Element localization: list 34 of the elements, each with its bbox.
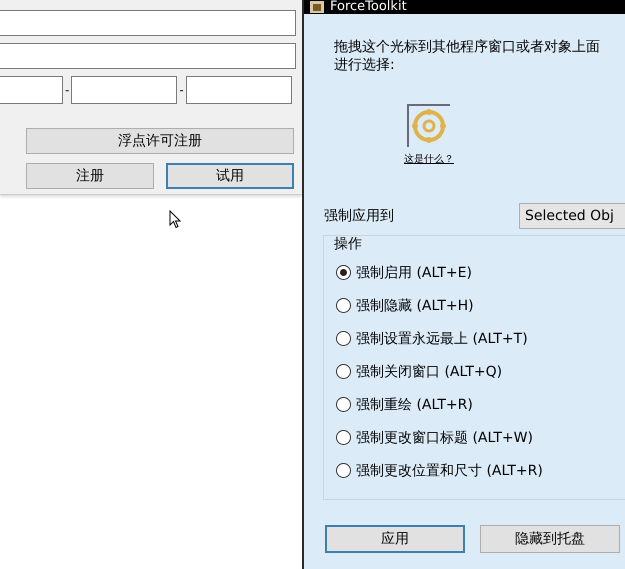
help-link[interactable]: 这是什么？: [404, 152, 454, 166]
radio-button[interactable]: [336, 463, 351, 478]
radio-option[interactable]: 强制启用 (ALT+E): [336, 256, 625, 289]
dialog-button[interactable]: 隐藏到托盘: [480, 525, 620, 553]
app-icon: [310, 1, 324, 13]
radio-button[interactable]: [336, 265, 351, 280]
separator-text: -: [65, 83, 70, 97]
apply-to-dropdown[interactable]: Selected Obj: [519, 203, 625, 229]
serial-field[interactable]: [0, 76, 63, 104]
radio-button[interactable]: [336, 331, 351, 346]
serial-field[interactable]: [71, 76, 178, 104]
separator-text: -: [179, 83, 184, 97]
license-button[interactable]: 试用: [166, 163, 294, 189]
mouse-pointer-icon: [169, 210, 181, 229]
license-button[interactable]: 注册: [26, 163, 154, 189]
window-title: ForceToolkit: [330, 0, 407, 14]
radio-option[interactable]: 强制更改窗口标题 (ALT+W): [336, 421, 625, 454]
dialog-button[interactable]: 应用: [325, 525, 465, 553]
radio-button[interactable]: [336, 298, 351, 313]
radio-button[interactable]: [336, 364, 351, 379]
input-field[interactable]: [0, 43, 296, 69]
crosshair-target-icon[interactable]: [407, 104, 451, 148]
radio-option[interactable]: 强制隐藏 (ALT+H): [336, 289, 625, 322]
radio-option[interactable]: 强制设置永远最上 (ALT+T): [336, 322, 625, 355]
license-button[interactable]: 浮点许可注册: [26, 128, 294, 154]
instruction-text: 拖拽这个光标到其他程序窗口或者对象上面进行选择:: [334, 38, 601, 74]
radio-option[interactable]: 强制关闭窗口 (ALT+Q): [336, 355, 625, 388]
radio-button[interactable]: [336, 397, 351, 412]
serial-field[interactable]: [186, 76, 292, 104]
radio-button[interactable]: [336, 430, 351, 445]
input-field[interactable]: [0, 10, 296, 36]
radio-option[interactable]: 强制更改位置和尺寸 (ALT+R): [336, 454, 625, 487]
radio-option[interactable]: 强制重绘 (ALT+R): [336, 388, 625, 421]
apply-to-label: 强制应用到: [324, 207, 394, 225]
